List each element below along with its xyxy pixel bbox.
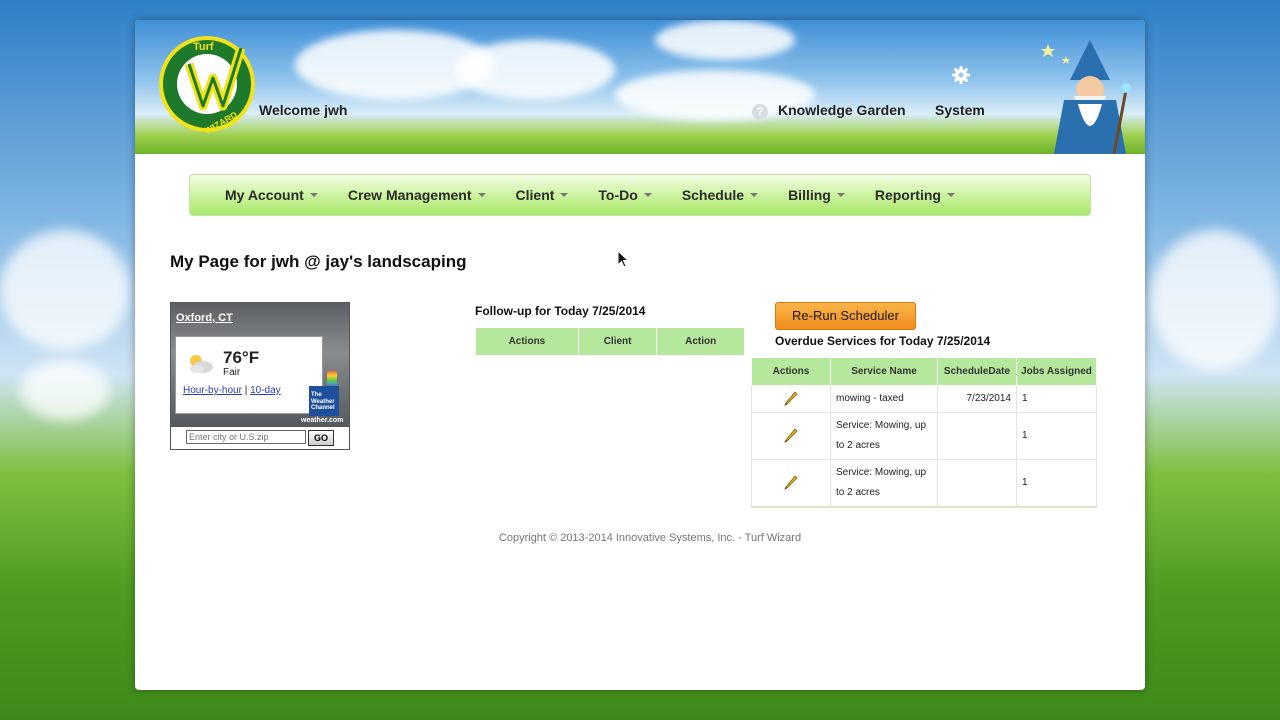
desktop-cloud: [1150, 230, 1280, 370]
followup-table: Actions Client Action: [475, 327, 745, 356]
column-header-actions[interactable]: Actions: [751, 357, 831, 386]
desktop-cloud: [20, 360, 110, 420]
edit-pencil-icon[interactable]: [783, 427, 799, 444]
service-name-cell: Service: Mowing, up to 2 acres: [830, 412, 938, 460]
overdue-services-table: Actions Service Name ScheduleDate Jobs A…: [751, 357, 1097, 508]
edit-pencil-icon[interactable]: [783, 390, 799, 407]
nav-label: Reporting: [874, 187, 941, 203]
weather-channel-logo[interactable]: The Weather Channel: [309, 386, 339, 416]
nav-billing[interactable]: Billing: [788, 187, 845, 203]
banner-cloud: [655, 20, 795, 60]
logo-text-top: Turf: [193, 41, 214, 53]
weather-temperature: 76°F: [223, 348, 260, 367]
nav-label: Schedule: [681, 187, 745, 203]
schedule-date-cell: 7/23/2014: [937, 385, 1017, 413]
weather-widget: Oxford, CT 76°F Fair Hour-by-hour | 10-d…: [170, 302, 350, 450]
caret-down-icon: [560, 193, 569, 197]
hour-by-hour-link[interactable]: Hour-by-hour: [183, 385, 242, 396]
nav-label: Billing: [788, 187, 831, 203]
table-header-row: Actions Service Name ScheduleDate Jobs A…: [751, 357, 1097, 386]
rerun-scheduler-button[interactable]: Re-Run Scheduler: [775, 302, 916, 330]
weather-links: Hour-by-hour | 10-day: [183, 385, 281, 396]
row-actions: [751, 459, 831, 508]
weather-card: 76°F Fair Hour-by-hour | 10-day: [175, 336, 323, 414]
column-header-service-name[interactable]: Service Name: [830, 357, 938, 386]
table-row: Service: Mowing, up to 2 acres 1: [751, 459, 1097, 508]
knowledge-garden-link[interactable]: Knowledge Garden: [778, 102, 906, 118]
table-row: mowing - taxed 7/23/2014 1: [751, 385, 1097, 413]
service-name-cell: Service: Mowing, up to 2 acres: [830, 459, 938, 508]
schedule-date-cell: [937, 459, 1017, 508]
weather-go-button[interactable]: GO: [308, 430, 334, 446]
copyright-footer: Copyright © 2013-2014 Innovative Systems…: [498, 532, 802, 544]
column-header-schedule-date[interactable]: ScheduleDate: [937, 357, 1017, 386]
page-title: My Page for jwh @ jay's landscaping: [170, 252, 467, 271]
row-actions: [751, 412, 831, 460]
main-navbar: My Account Crew Management Client To-Do …: [189, 174, 1091, 216]
jobs-assigned-cell: 1: [1016, 412, 1097, 460]
table-row: Service: Mowing, up to 2 acres 1: [751, 412, 1097, 460]
column-header-action[interactable]: Action: [656, 327, 745, 356]
column-header-jobs-assigned[interactable]: Jobs Assigned: [1016, 357, 1097, 386]
row-actions: [751, 385, 831, 413]
edit-pencil-icon[interactable]: [783, 474, 799, 491]
followup-title: Follow-up for Today 7/25/2014: [475, 304, 646, 318]
nav-label: To-Do: [598, 187, 638, 203]
caret-down-icon: [309, 193, 318, 197]
caret-down-icon: [946, 193, 955, 197]
weather-stripes: [327, 371, 337, 385]
desktop-cloud: [0, 230, 130, 350]
caret-down-icon: [477, 193, 486, 197]
overdue-title: Overdue Services for Today 7/25/2014: [775, 334, 991, 348]
nav-reporting[interactable]: Reporting: [875, 187, 955, 203]
nav-client[interactable]: Client: [516, 187, 569, 203]
header-banner: Turf WIZARD Welcome jwh ? Knowledge Gard…: [135, 20, 1145, 154]
jobs-assigned-cell: 1: [1016, 385, 1097, 413]
wizard-mascot: [1041, 40, 1131, 154]
nav-schedule[interactable]: Schedule: [681, 187, 759, 203]
mouse-cursor-icon: [617, 250, 629, 268]
weather-brand-url[interactable]: weather.com: [301, 417, 343, 424]
nav-my-account[interactable]: My Account: [225, 187, 318, 203]
nav-label: Client: [515, 187, 555, 203]
nav-crew-management[interactable]: Crew Management: [348, 187, 486, 203]
service-name-cell: mowing - taxed: [830, 385, 938, 413]
turf-wizard-logo[interactable]: Turf WIZARD: [157, 34, 261, 134]
app-window: Turf WIZARD Welcome jwh ? Knowledge Gard…: [135, 20, 1145, 690]
schedule-date-cell: [937, 412, 1017, 460]
weather-location-input[interactable]: [186, 430, 306, 444]
nav-to-do[interactable]: To-Do: [598, 187, 652, 203]
gear-icon[interactable]: [952, 66, 970, 84]
column-header-actions[interactable]: Actions: [475, 327, 579, 356]
weather-link-separator: |: [244, 385, 248, 396]
nav-label: My Account: [225, 187, 304, 203]
system-link[interactable]: System: [935, 102, 985, 118]
caret-down-icon: [643, 193, 652, 197]
weather-city-link[interactable]: Oxford, CT: [176, 312, 233, 324]
column-header-client[interactable]: Client: [577, 327, 658, 356]
nav-label: Crew Management: [347, 187, 472, 203]
caret-down-icon: [750, 193, 759, 197]
banner-cloud: [455, 40, 615, 100]
partly-cloudy-icon: [190, 355, 213, 373]
weather-panel: Oxford, CT 76°F Fair Hour-by-hour | 10-d…: [171, 303, 349, 427]
weather-condition: Fair: [223, 367, 241, 378]
table-header-row: Actions Client Action: [475, 327, 745, 356]
jobs-assigned-cell: 1: [1016, 459, 1097, 508]
ten-day-link[interactable]: 10-day: [250, 385, 281, 396]
welcome-text: Welcome jwh: [259, 102, 348, 118]
caret-down-icon: [836, 193, 845, 197]
help-icon[interactable]: ?: [752, 104, 768, 120]
